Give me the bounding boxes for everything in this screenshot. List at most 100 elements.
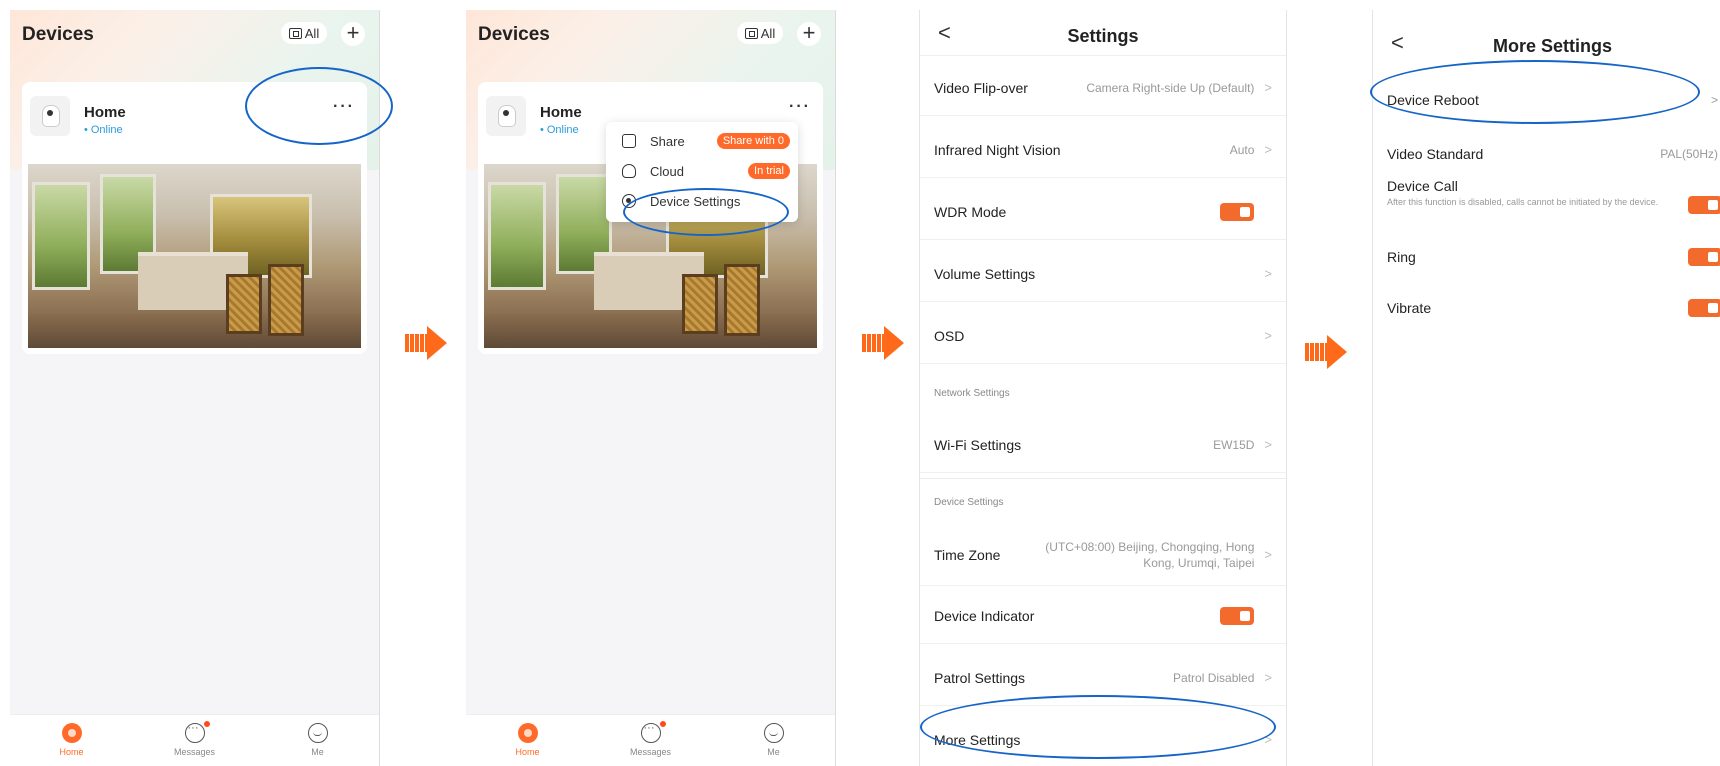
setting-video-flip[interactable]: Video Flip-over Camera Right-side Up (Def…	[920, 60, 1286, 116]
user-icon	[763, 723, 784, 743]
setting-label: Infrared Night Vision	[934, 141, 1061, 158]
add-device-button[interactable]: +	[341, 22, 365, 46]
menu-item-share[interactable]: Share Share with 0	[606, 126, 798, 156]
tab-me[interactable]: Me	[256, 715, 379, 766]
tab-label: Home	[515, 747, 540, 757]
setting-label: Video Flip-over	[934, 79, 1028, 96]
setting-label: Wi-Fi Settings	[934, 436, 1022, 453]
tab-messages[interactable]: Messages	[133, 715, 256, 766]
device-call-toggle-row	[1672, 196, 1720, 214]
setting-label: Vibrate	[1387, 300, 1432, 316]
arrow-shaft	[862, 334, 884, 352]
divider	[920, 478, 1286, 479]
tab-home[interactable]: Home	[466, 715, 589, 766]
section-network-settings: Network Settings	[934, 388, 1010, 399]
tab-me[interactable]: Me	[712, 715, 835, 766]
preview-chair	[268, 264, 304, 336]
setting-wdr-mode: WDR Mode	[920, 184, 1286, 240]
setting-label: WDR Mode	[934, 203, 1007, 220]
arrow-head	[884, 326, 904, 360]
more-options-button[interactable]: ···	[333, 98, 355, 116]
messages-icon	[640, 722, 661, 743]
setting-vibrate: Vibrate	[1373, 299, 1720, 317]
home-icon	[61, 723, 82, 743]
share-badge: Share with 0	[716, 133, 790, 149]
setting-osd[interactable]: OSD >	[920, 308, 1286, 364]
arrow-shaft	[1305, 343, 1327, 361]
tab-label: Me	[767, 747, 780, 757]
menu-item-label: Share	[650, 133, 685, 149]
device-name: Home	[540, 104, 582, 121]
setting-label: Volume Settings	[934, 265, 1036, 282]
device-card[interactable]: Home Online ···	[22, 82, 367, 354]
setting-value: Auto	[1229, 142, 1255, 157]
tab-home[interactable]: Home	[10, 715, 133, 766]
setting-label: Video Standard	[1387, 146, 1484, 162]
preview-floor	[484, 314, 817, 348]
setting-volume[interactable]: Volume Settings >	[920, 246, 1286, 302]
devices-screen: Devices All + Home Online ··· Home Messa…	[10, 10, 380, 766]
chevron-right-icon: >	[1264, 437, 1272, 452]
device-call-toggle[interactable]	[1688, 196, 1720, 214]
share-icon	[622, 134, 636, 148]
setting-label: Time Zone	[934, 546, 1001, 563]
preview-chair	[724, 264, 760, 336]
notification-dot	[203, 721, 210, 727]
ring-toggle[interactable]	[1688, 248, 1720, 266]
all-label: All	[760, 25, 776, 41]
wdr-toggle[interactable]	[1220, 202, 1254, 221]
chevron-right-icon: >	[1264, 547, 1272, 562]
messages-icon	[184, 722, 205, 743]
setting-patrol[interactable]: Patrol Settings Patrol Disabled >	[920, 650, 1286, 706]
chevron-right-icon: >	[1710, 93, 1718, 107]
camera-icon	[486, 96, 526, 136]
notification-dot	[659, 721, 666, 727]
arrow-head	[1327, 335, 1347, 369]
camera-preview[interactable]	[28, 164, 361, 348]
setting-device-indicator: Device Indicator	[920, 588, 1286, 644]
tab-label: Home	[59, 747, 84, 757]
section-device-settings: Device Settings	[934, 497, 1004, 508]
setting-value: (UTC+08:00) Beijing, Chongqing, Hong Kon…	[1045, 539, 1255, 570]
setting-time-zone[interactable]: Time Zone (UTC+08:00) Beijing, Chongqing,…	[920, 524, 1286, 586]
cloud-badge: In trial	[748, 163, 790, 179]
chevron-right-icon: >	[1264, 80, 1272, 95]
home-icon	[517, 723, 538, 743]
all-filter-button[interactable]: All	[281, 22, 327, 44]
setting-label: Device Reboot	[1387, 92, 1479, 108]
chevron-right-icon: >	[1264, 670, 1272, 685]
setting-more-settings[interactable]: More Settings >	[920, 712, 1286, 766]
page-title: Devices	[22, 24, 94, 45]
vibrate-toggle[interactable]	[1688, 299, 1720, 317]
camera-icon	[30, 96, 70, 136]
device-status: Online	[540, 124, 579, 136]
nav-bar: < Settings	[920, 10, 1286, 56]
tab-messages[interactable]: Messages	[589, 715, 712, 766]
device-options-menu: Share Share with 0 Cloud In trial Device S…	[606, 122, 798, 222]
preview-window	[488, 182, 546, 290]
all-filter-button[interactable]: All	[737, 22, 783, 44]
all-label: All	[304, 25, 320, 41]
preview-chair	[226, 274, 262, 334]
page-title: Devices	[478, 24, 550, 45]
setting-night-vision[interactable]: Infrared Night Vision Auto >	[920, 122, 1286, 178]
setting-label: Ring	[1387, 249, 1416, 265]
menu-item-cloud[interactable]: Cloud In trial	[606, 156, 798, 186]
bottom-tab-bar: Home Messages Me	[10, 714, 379, 766]
arrow-shaft	[405, 334, 427, 352]
setting-device-reboot[interactable]: Device Reboot >	[1373, 92, 1720, 108]
chevron-right-icon: >	[1264, 266, 1272, 281]
setting-label: Patrol Settings	[934, 669, 1026, 686]
setting-wifi[interactable]: Wi-Fi Settings EW15D >	[920, 417, 1286, 473]
tab-label: Messages	[173, 747, 216, 757]
menu-item-device-settings[interactable]: Device Settings	[606, 186, 798, 216]
more-options-button[interactable]: ···	[789, 98, 811, 116]
indicator-toggle[interactable]	[1220, 606, 1254, 625]
setting-device-call: Device Call	[1373, 178, 1720, 194]
setting-video-standard[interactable]: Video Standard PAL(50Hz)	[1373, 146, 1720, 162]
setting-value: EW15D	[1213, 437, 1255, 452]
preview-floor	[28, 314, 361, 348]
device-name: Home	[84, 104, 126, 121]
more-settings-screen: < More Settings Device Reboot > Video Sta…	[1372, 10, 1720, 766]
add-device-button[interactable]: +	[797, 22, 821, 46]
